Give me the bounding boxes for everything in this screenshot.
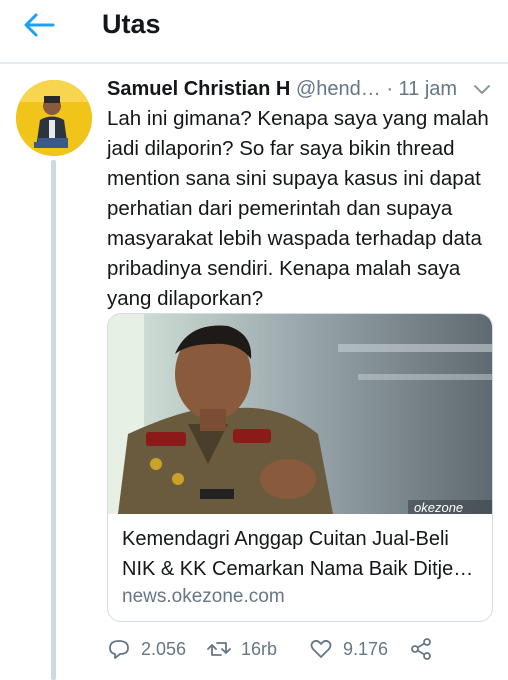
card-image: okezone bbox=[108, 314, 492, 514]
retweet-count: 16rb bbox=[241, 638, 278, 659]
like-button[interactable]: 9.176 bbox=[309, 637, 388, 661]
card-title: Kemendagri Anggap Cuitan Jual-Beli NIK &… bbox=[122, 528, 474, 580]
reply-icon bbox=[109, 640, 129, 659]
heart-icon bbox=[310, 639, 332, 658]
display-name[interactable]: Samuel Christian H bbox=[107, 78, 290, 100]
reply-button[interactable]: 2.056 bbox=[107, 637, 186, 661]
share-button[interactable] bbox=[409, 637, 443, 661]
top-bar: Utas bbox=[0, 0, 508, 62]
avatar[interactable] bbox=[16, 80, 92, 156]
user-handle[interactable]: @hend… bbox=[296, 78, 381, 100]
retweet-button[interactable]: 16rb bbox=[207, 637, 277, 661]
arrow-left-icon bbox=[24, 13, 55, 37]
thread-line bbox=[51, 160, 56, 680]
page-title: Utas bbox=[102, 9, 161, 39]
tweet-actions: 2.056 16rb 9.176 bbox=[107, 637, 499, 665]
card-domain: news.okezone.com bbox=[122, 586, 285, 607]
share-icon bbox=[411, 638, 431, 660]
retweet-icon bbox=[207, 642, 231, 656]
reply-count: 2.056 bbox=[141, 638, 187, 659]
separator-dot: · bbox=[386, 78, 393, 100]
card-watermark: okezone bbox=[414, 500, 463, 514]
like-count: 9.176 bbox=[343, 638, 389, 659]
tweet-text: Lah ini gimana? Kenapa saya yang malah j… bbox=[107, 107, 489, 310]
header-divider bbox=[0, 62, 508, 64]
timestamp[interactable]: 11 jam bbox=[399, 78, 458, 100]
profile-photo bbox=[16, 80, 92, 156]
back-button[interactable] bbox=[22, 10, 56, 40]
link-card[interactable]: okezone Kemendagri Anggap Cuitan Jual-Be… bbox=[107, 313, 493, 622]
chevron-down-icon[interactable] bbox=[473, 84, 491, 96]
